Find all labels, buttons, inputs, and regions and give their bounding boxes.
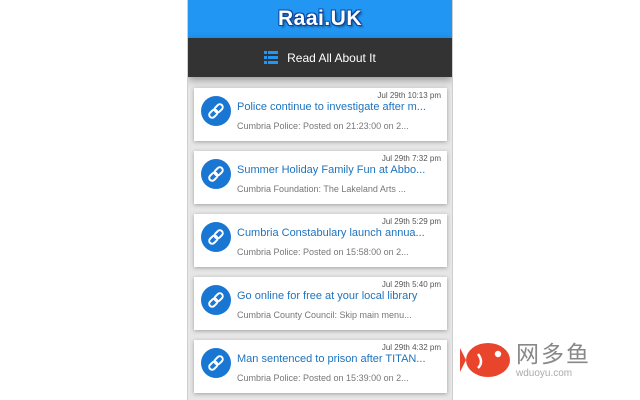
watermark-text: 网多鱼 (516, 341, 591, 367)
news-feed: Jul 29th 10:13 pm Police continue to inv… (188, 77, 452, 393)
item-snippet: Cumbria County Council: Skip main menu..… (237, 310, 412, 320)
news-item[interactable]: Jul 29th 4:32 pm Man sentenced to prison… (194, 340, 447, 393)
item-snippet: Cumbria Foundation: The Lakeland Arts ..… (237, 184, 406, 194)
item-title[interactable]: Man sentenced to prison after TITAN... (237, 353, 431, 365)
top-bar: Raai.UK (188, 0, 452, 38)
item-time: Jul 29th 4:32 pm (381, 343, 441, 352)
item-title[interactable]: Summer Holiday Family Fun at Abbo... (237, 164, 431, 176)
fish-logo-icon (460, 343, 510, 377)
watermark-url: wduoyu.com (516, 368, 573, 379)
link-icon (201, 96, 231, 126)
list-icon (264, 51, 279, 64)
item-title[interactable]: Go online for free at your local library (237, 290, 431, 302)
watermark: 网多鱼 wduoyu.com (460, 330, 630, 390)
item-title[interactable]: Police continue to investigate after m..… (237, 101, 431, 113)
link-icon (201, 348, 231, 378)
item-title[interactable]: Cumbria Constabulary launch annua... (237, 227, 431, 239)
item-snippet: Cumbria Police: Posted on 15:39:00 on 2.… (237, 373, 409, 383)
item-time: Jul 29th 5:29 pm (381, 217, 441, 226)
news-item[interactable]: Jul 29th 10:13 pm Police continue to inv… (194, 88, 447, 141)
nav-bar[interactable]: Read All About It (188, 38, 452, 77)
item-snippet: Cumbria Police: Posted on 15:58:00 on 2.… (237, 247, 409, 257)
nav-label: Read All About It (287, 50, 376, 65)
app-logo[interactable]: Raai.UK (278, 7, 362, 31)
news-item[interactable]: Jul 29th 5:40 pm Go online for free at y… (194, 277, 447, 330)
news-item[interactable]: Jul 29th 5:29 pm Cumbria Constabulary la… (194, 214, 447, 267)
item-snippet: Cumbria Police: Posted on 21:23:00 on 2.… (237, 121, 409, 131)
phone-screen: Raai.UK Read All About It Jul 29th 10:13… (188, 0, 452, 400)
link-icon (201, 285, 231, 315)
item-time: Jul 29th 7:32 pm (381, 154, 441, 163)
link-icon (201, 159, 231, 189)
news-item[interactable]: Jul 29th 7:32 pm Summer Holiday Family F… (194, 151, 447, 204)
link-icon (201, 222, 231, 252)
item-time: Jul 29th 10:13 pm (377, 91, 441, 100)
item-time: Jul 29th 5:40 pm (381, 280, 441, 289)
